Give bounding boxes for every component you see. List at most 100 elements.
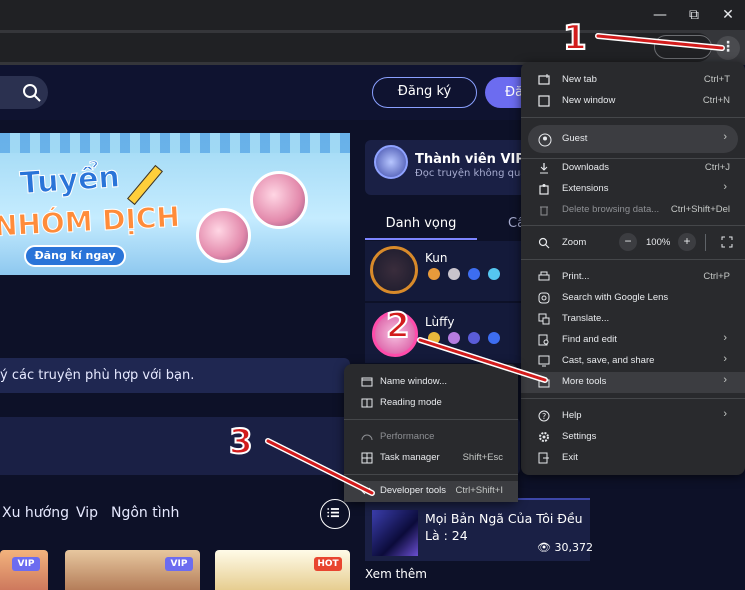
menu-item-shortcut: Ctrl+P <box>703 271 730 282</box>
trending-title[interactable]: Mọi Bản Ngã Của Tôi Đều Là : 24 <box>425 510 585 544</box>
vip-title: Thành viên VIP <box>415 152 525 167</box>
menu-divider <box>521 117 745 118</box>
ranking-user-name: Kun <box>425 251 448 265</box>
code-icon <box>361 485 373 497</box>
new-tab-icon <box>538 74 550 86</box>
vip-crown-icon <box>374 145 408 179</box>
menu-divider <box>344 419 518 420</box>
menu-item-cast-save-share[interactable]: Cast, save, and share › <box>521 351 745 372</box>
menu-item-label: New window <box>562 95 616 106</box>
menu-divider <box>521 225 745 226</box>
menu-item-label: Delete browsing data... <box>562 204 660 215</box>
zoom-out-button[interactable]: − <box>619 233 637 251</box>
badge-icon <box>488 268 500 280</box>
menu-divider <box>344 474 518 475</box>
profile-button[interactable] <box>654 35 712 59</box>
submenu-item-performance[interactable]: Performance <box>344 427 518 448</box>
gear-icon <box>538 431 550 443</box>
menu-item-label: Performance <box>380 431 435 442</box>
new-window-icon <box>538 95 550 107</box>
badge-icon <box>468 332 480 344</box>
submenu-item-reading-mode[interactable]: Reading mode <box>344 393 518 414</box>
annotation-step-3: 3 <box>228 421 254 463</box>
menu-item-guest-row[interactable]: Guest › <box>521 129 745 150</box>
close-icon[interactable]: ✕ <box>718 5 738 25</box>
minimize-icon[interactable]: — <box>650 5 670 25</box>
cast-icon <box>538 355 550 367</box>
exit-icon <box>538 452 550 464</box>
printer-icon <box>538 271 550 283</box>
chevron-right-icon: › <box>723 332 727 344</box>
badge-icon <box>428 332 440 344</box>
svg-text:?: ? <box>542 412 546 421</box>
menu-item-help[interactable]: ? Help › <box>521 406 745 427</box>
banner-title-line1: Tuyển <box>18 159 121 202</box>
register-button[interactable]: Đăng ký <box>372 77 477 108</box>
help-icon: ? <box>538 410 550 422</box>
see-more-link[interactable]: Xem thêm <box>365 567 427 581</box>
badge-icon <box>428 268 440 280</box>
submenu-item-task-manager[interactable]: Task manager Shift+Esc <box>344 448 518 469</box>
menu-item-label: Settings <box>562 431 597 442</box>
menu-item-downloads[interactable]: Downloads Ctrl+J <box>521 158 745 179</box>
search-icon[interactable] <box>20 81 44 105</box>
chevron-right-icon: › <box>723 181 727 193</box>
lens-icon <box>538 292 550 304</box>
menu-item-label: Name window... <box>380 376 448 387</box>
menu-item-new-window[interactable]: New window Ctrl+N <box>521 91 745 112</box>
submenu-item-name-window[interactable]: Name window... <box>344 372 518 393</box>
more-options-icon[interactable]: ⋮ <box>716 36 740 60</box>
restore-icon[interactable]: ⧉ <box>684 5 704 25</box>
menu-item-google-lens[interactable]: Search with Google Lens <box>521 288 745 309</box>
genre-tab-trending[interactable]: Xu hướng <box>2 505 69 521</box>
toolbox-icon <box>538 376 550 388</box>
chevron-right-icon: › <box>723 353 727 365</box>
menu-item-more-tools[interactable]: More tools › <box>521 372 745 393</box>
book-icon <box>361 397 373 409</box>
menu-item-print[interactable]: Print... Ctrl+P <box>521 267 745 288</box>
menu-item-label: Translate... <box>562 313 610 324</box>
menu-item-label: Reading mode <box>380 397 442 408</box>
pencil-icon <box>127 164 163 206</box>
fullscreen-icon[interactable] <box>721 236 733 251</box>
list-icon <box>327 508 339 518</box>
menu-item-label: New tab <box>562 74 597 85</box>
annotation-step-2: 2 <box>385 305 411 347</box>
hint-bar: ý các truyện phù hợp với bạn. <box>0 358 350 393</box>
menu-item-label: Help <box>562 410 582 421</box>
menu-item-label: Print... <box>562 271 590 282</box>
window-icon <box>361 376 373 388</box>
banner-stripe <box>0 133 350 153</box>
trash-icon <box>538 204 550 216</box>
banner-cta-button[interactable]: Đăng kí ngay <box>24 245 126 267</box>
task-manager-icon <box>361 452 373 464</box>
person-icon <box>538 133 552 147</box>
submenu-item-developer-tools[interactable]: Developer tools Ctrl+Shift+I <box>344 481 518 502</box>
menu-item-delete-browsing-data[interactable]: Delete browsing data... Ctrl+Shift+Del <box>521 200 745 221</box>
annotation-step-1: 1 <box>562 17 588 59</box>
browser-main-menu: New tab Ctrl+T New window Ctrl+N Guest ›… <box>521 62 745 475</box>
menu-item-find-and-edit[interactable]: Find and edit › <box>521 330 745 351</box>
chevron-right-icon: › <box>723 408 727 420</box>
menu-divider <box>521 398 745 399</box>
trending-thumbnail[interactable] <box>372 510 418 556</box>
list-view-button[interactable] <box>320 499 350 529</box>
zoom-in-button[interactable]: + <box>678 233 696 251</box>
menu-item-label: Downloads <box>562 162 609 173</box>
banner-title-line2: NHÓM DỊCH <box>0 200 181 244</box>
address-bar[interactable] <box>0 33 712 62</box>
genre-tab-vip[interactable]: Vip <box>76 505 98 521</box>
view-count: 👁 30,372 <box>537 541 593 554</box>
menu-item-settings[interactable]: Settings <box>521 427 745 448</box>
genre-tab-romance[interactable]: Ngôn tình <box>111 505 179 521</box>
more-tools-submenu: Name window... Reading mode Performance … <box>344 364 518 502</box>
menu-item-label: Task manager <box>380 452 440 463</box>
menu-item-shortcut: Ctrl+T <box>703 74 730 85</box>
menu-item-exit[interactable]: Exit <box>521 448 745 469</box>
menu-item-new-tab[interactable]: New tab Ctrl+T <box>521 70 745 91</box>
performance-icon <box>361 431 373 443</box>
tab-reputation[interactable]: Danh vọng <box>365 208 477 240</box>
menu-item-translate[interactable]: Translate... <box>521 309 745 330</box>
recruit-banner[interactable]: Tuyển NHÓM DỊCH Đăng kí ngay <box>0 133 350 275</box>
menu-item-extensions[interactable]: Extensions › <box>521 179 745 200</box>
